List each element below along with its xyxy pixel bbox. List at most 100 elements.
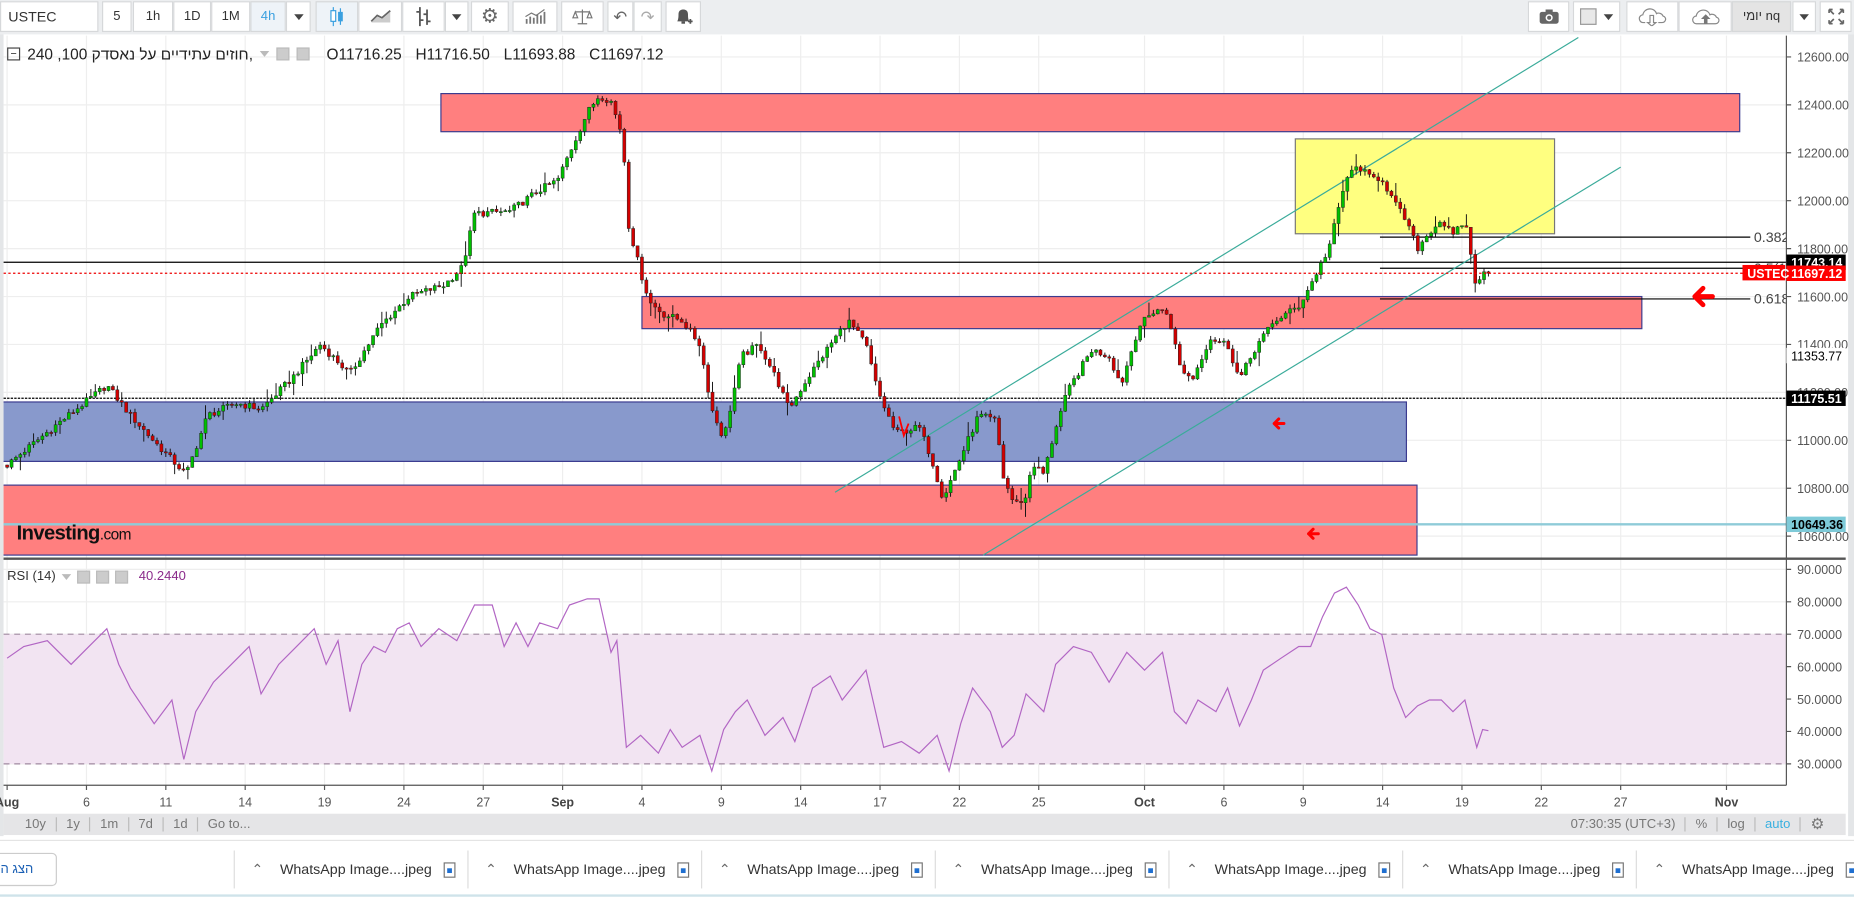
candle[interactable] [102,386,106,395]
candle[interactable] [1098,349,1103,357]
download-item[interactable]: ⌃ WhatsApp Image....jpeg [467,850,701,889]
candle[interactable] [84,393,89,408]
candle[interactable] [93,384,98,399]
chevron-down-icon[interactable] [61,573,72,580]
candle[interactable] [525,194,530,209]
chevron-up-icon[interactable]: ⌃ [1186,861,1210,878]
candle[interactable] [186,465,190,480]
candle[interactable] [878,377,882,399]
candle[interactable] [252,398,256,410]
candle[interactable] [424,285,428,296]
chevron-up-icon[interactable]: ⌃ [485,861,509,878]
candle[interactable] [111,384,115,391]
candle[interactable] [1226,339,1231,350]
candle[interactable] [516,201,521,209]
candle[interactable] [732,375,737,414]
candle[interactable] [1222,338,1226,347]
candle[interactable] [494,205,499,213]
candle[interactable] [190,456,195,468]
candle[interactable] [1319,259,1323,280]
candle[interactable] [327,344,331,361]
candle[interactable] [829,339,834,353]
candle[interactable] [274,383,278,399]
candle[interactable] [296,371,300,377]
candle[interactable] [931,453,935,469]
candle[interactable] [446,280,450,287]
candle[interactable] [472,210,477,234]
auto-scale-toggle[interactable]: auto [1755,817,1802,832]
candle[interactable] [199,430,203,450]
candle[interactable] [719,421,724,438]
candle[interactable] [1482,268,1486,285]
candle[interactable] [410,291,415,302]
candle[interactable] [565,156,569,171]
candle[interactable] [181,462,186,472]
candle[interactable] [331,354,336,361]
candle[interactable] [759,331,763,354]
candle[interactable] [1138,325,1142,342]
candle[interactable] [953,469,957,481]
candle[interactable] [693,326,697,341]
candle[interactable] [543,172,547,196]
log-scale-toggle[interactable]: log [1718,817,1756,832]
candle[interactable] [812,362,816,378]
candle[interactable] [115,385,120,402]
chevron-down-icon[interactable] [260,51,270,57]
candle[interactable] [635,245,640,261]
candle[interactable] [1217,338,1222,344]
candle[interactable] [402,293,406,311]
candle[interactable] [177,462,181,471]
candle[interactable] [380,311,384,337]
candle[interactable] [1239,368,1244,376]
candle[interactable] [309,344,314,365]
chart-canvas[interactable]: 0.3820.5(110.618 12600.0012400.0012200.0… [0,0,1854,837]
candle[interactable] [622,127,627,166]
rsi-panel[interactable] [3,586,1787,774]
candle[interactable] [547,181,552,185]
candle[interactable] [1310,278,1314,292]
candle[interactable] [1455,225,1460,235]
candle[interactable] [485,207,490,218]
candle[interactable] [1230,344,1235,367]
candle[interactable] [582,119,587,137]
candle[interactable] [1072,375,1076,388]
download-item[interactable]: ⌃ WhatsApp Image....jpeg [1402,850,1636,889]
range-1d[interactable]: 1d [164,817,199,832]
candle[interactable] [335,351,340,365]
settings-small-icon[interactable] [296,47,310,61]
candle[interactable] [499,207,503,217]
candle[interactable] [869,339,873,366]
candle[interactable] [1305,286,1310,303]
candle[interactable] [560,164,565,182]
candle[interactable] [1089,349,1094,359]
candle[interactable] [1266,326,1270,337]
candle[interactable] [741,349,746,368]
candle[interactable] [626,159,631,232]
visibility-icon[interactable] [77,569,91,584]
candle[interactable] [1204,344,1209,364]
candle[interactable] [825,344,829,369]
chevron-up-icon[interactable]: ⌃ [1420,861,1444,878]
candle[interactable] [1169,313,1173,330]
candle[interactable] [640,253,644,284]
candle[interactable] [366,343,371,355]
candle[interactable] [1420,239,1425,255]
candle[interactable] [816,350,821,370]
candle[interactable] [538,184,543,197]
candle[interactable] [768,357,772,368]
candle[interactable] [507,205,512,214]
candle[interactable] [1195,364,1200,380]
candle[interactable] [428,288,433,296]
candle[interactable] [437,281,441,288]
candle[interactable] [1200,354,1204,373]
candle[interactable] [1094,349,1098,356]
candle[interactable] [362,346,366,364]
candle[interactable] [1416,233,1420,255]
candle[interactable] [865,336,869,348]
candle[interactable] [1129,350,1134,371]
go-to-date[interactable]: Go to... [198,817,260,831]
candle[interactable] [1111,355,1116,373]
candle[interactable] [772,358,776,377]
candle[interactable] [1041,465,1045,475]
download-item[interactable]: ⌃ WhatsApp Image....jpeg [233,850,468,889]
